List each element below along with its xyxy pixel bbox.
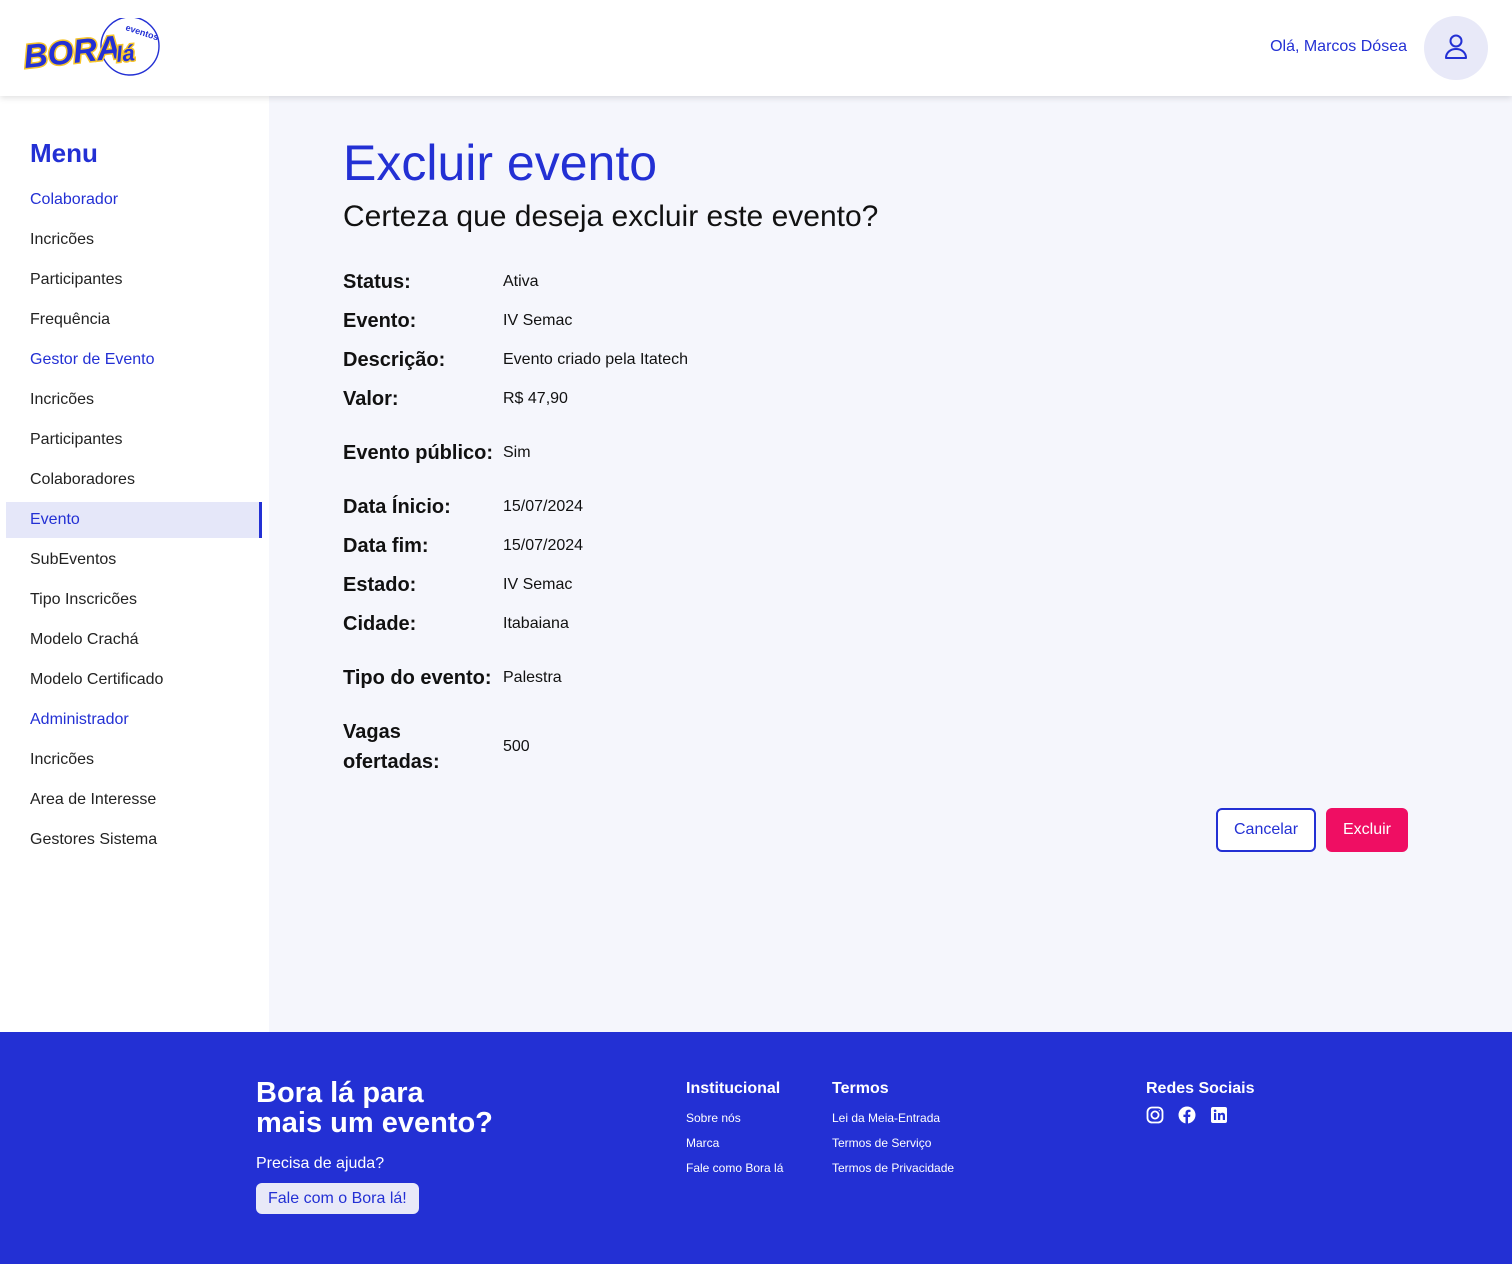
- menu-item-subeventos[interactable]: SubEventos: [6, 540, 262, 580]
- detail-row-cidade: Cidade: Itabaiana: [343, 604, 1043, 643]
- detail-row-data-inicio: Data Ínicio: 15/07/2024: [343, 487, 1043, 526]
- detail-value: Palestra: [503, 668, 562, 686]
- menu-item-gestor-incricoes[interactable]: Incricões: [6, 380, 262, 420]
- footer-headline-line2: mais um evento?: [256, 1107, 493, 1139]
- detail-label: Evento público:: [343, 441, 493, 464]
- detail-value: Itabaiana: [503, 614, 569, 632]
- instagram-icon[interactable]: [1146, 1106, 1166, 1126]
- footer-link-marca[interactable]: Marca: [686, 1131, 783, 1156]
- detail-label: Data Ínicio:: [343, 495, 451, 518]
- menu-item-modelo-certificado[interactable]: Modelo Certificado: [6, 660, 262, 700]
- menu-section-colaborador[interactable]: Colaborador: [6, 180, 262, 220]
- user-icon: [1442, 32, 1470, 65]
- footer-social-title: Redes Sociais: [1146, 1080, 1255, 1097]
- footer-link-meia-entrada[interactable]: Lei da Meia-Entrada: [832, 1106, 954, 1131]
- detail-row-vagas-ofertadas: Vagas ofertadas: 500: [343, 712, 1043, 781]
- detail-label: Valor:: [343, 387, 399, 410]
- user-greeting: Olá, Marcos Dósea: [1270, 38, 1407, 55]
- menu-item-gestor-participantes[interactable]: Participantes: [6, 420, 262, 460]
- bora-la-logo[interactable]: eventos BORA lá: [20, 16, 164, 78]
- page-title: Excluir evento: [343, 135, 658, 191]
- detail-label: Data fim:: [343, 534, 429, 557]
- detail-label: Status:: [343, 270, 411, 293]
- menu-list: Colaborador Incricões Participantes Freq…: [6, 180, 262, 860]
- detail-row-evento: Evento: IV Semac: [343, 301, 1043, 340]
- detail-label: Descrição:: [343, 348, 446, 371]
- detail-value: 500: [503, 737, 530, 755]
- menu-item-colaborador-participantes[interactable]: Participantes: [6, 260, 262, 300]
- detail-value: 15/07/2024: [503, 536, 584, 554]
- menu-item-admin-incricoes[interactable]: Incricões: [6, 740, 262, 780]
- sidebar-menu: Menu Colaborador Incricões Participantes…: [0, 96, 269, 1032]
- menu-item-tipo-inscricoes[interactable]: Tipo Inscricões: [6, 580, 262, 620]
- help-text: Precisa de ajuda?: [256, 1155, 385, 1172]
- menu-section-administrador[interactable]: Administrador: [6, 700, 262, 740]
- detail-label: Evento:: [343, 309, 417, 332]
- svg-text:BORA: BORA: [22, 28, 122, 75]
- menu-item-area-interesse[interactable]: Area de Interesse: [6, 780, 262, 820]
- footer-termos: Termos Lei da Meia-Entrada Termos de Ser…: [832, 1080, 954, 1181]
- cancel-button[interactable]: Cancelar: [1216, 808, 1316, 852]
- top-header: eventos BORA lá Olá, Marcos Dósea: [0, 0, 1512, 96]
- detail-value: 15/07/2024: [503, 497, 584, 515]
- footer-link-termos-servico[interactable]: Termos de Serviço: [832, 1131, 954, 1156]
- social-icons: [1146, 1106, 1255, 1126]
- footer-link-termos-privacidade[interactable]: Termos de Privacidade: [832, 1156, 954, 1181]
- detail-value: R$ 47,90: [503, 389, 568, 407]
- detail-value: Ativa: [503, 272, 539, 290]
- footer-institucional-title: Institucional: [686, 1080, 781, 1097]
- contact-bora-la-button[interactable]: Fale com o Bora lá!: [256, 1183, 419, 1214]
- detail-label: Vagas ofertadas:: [343, 720, 440, 773]
- menu-item-frequencia[interactable]: Frequência: [6, 300, 262, 340]
- footer-redes-sociais: Redes Sociais: [1146, 1080, 1255, 1126]
- svg-text:lá: lá: [115, 40, 136, 67]
- detail-label: Estado:: [343, 573, 417, 596]
- main-content: Excluir evento Certeza que deseja exclui…: [269, 96, 1512, 1032]
- detail-row-evento-publico: Evento público: Sim: [343, 418, 1043, 487]
- detail-value: Evento criado pela Itatech: [503, 350, 689, 368]
- confirmation-question: Certeza que deseja excluir este evento?: [343, 200, 879, 233]
- footer-headline: Bora lá para mais um evento?: [256, 1078, 596, 1138]
- footer: Bora lá para mais um evento? Precisa de …: [0, 1032, 1512, 1264]
- detail-row-estado: Estado: IV Semac: [343, 565, 1043, 604]
- detail-row-status: Status: Ativa: [343, 262, 1043, 301]
- footer-link-sobre-nos[interactable]: Sobre nós: [686, 1106, 783, 1131]
- detail-label: Tipo do evento:: [343, 666, 492, 689]
- delete-button[interactable]: Excluir: [1326, 808, 1408, 852]
- footer-link-fale-conosco[interactable]: Fale como Bora lá: [686, 1156, 783, 1181]
- detail-row-data-fim: Data fim: 15/07/2024: [343, 526, 1043, 565]
- menu-item-evento[interactable]: Evento: [6, 502, 262, 538]
- facebook-icon[interactable]: [1178, 1106, 1198, 1126]
- event-details: Status: Ativa Evento: IV Semac Descrição…: [343, 262, 1043, 781]
- menu-item-colaborador-incricoes[interactable]: Incricões: [6, 220, 262, 260]
- svg-text:eventos: eventos: [124, 22, 159, 42]
- detail-row-valor: Valor: R$ 47,90: [343, 379, 1043, 418]
- detail-value: IV Semac: [503, 575, 573, 593]
- menu-title: Menu: [30, 138, 98, 168]
- footer-headline-line1: Bora lá para: [256, 1077, 424, 1109]
- menu-item-modelo-cracha[interactable]: Modelo Crachá: [6, 620, 262, 660]
- detail-row-tipo-evento: Tipo do evento: Palestra: [343, 643, 1043, 712]
- menu-item-colaboradores[interactable]: Colaboradores: [6, 460, 262, 500]
- detail-label: Cidade:: [343, 612, 417, 635]
- user-avatar-button[interactable]: [1424, 16, 1488, 80]
- footer-termos-title: Termos: [832, 1080, 889, 1097]
- footer-institucional: Institucional Sobre nós Marca Fale como …: [686, 1080, 783, 1181]
- menu-item-gestores-sistema[interactable]: Gestores Sistema: [6, 820, 262, 860]
- detail-row-descricao: Descrição: Evento criado pela Itatech: [343, 340, 1043, 379]
- linkedin-icon[interactable]: [1210, 1106, 1230, 1126]
- detail-value: IV Semac: [503, 311, 573, 329]
- detail-value: Sim: [503, 443, 531, 461]
- menu-section-gestor-evento[interactable]: Gestor de Evento: [6, 340, 262, 380]
